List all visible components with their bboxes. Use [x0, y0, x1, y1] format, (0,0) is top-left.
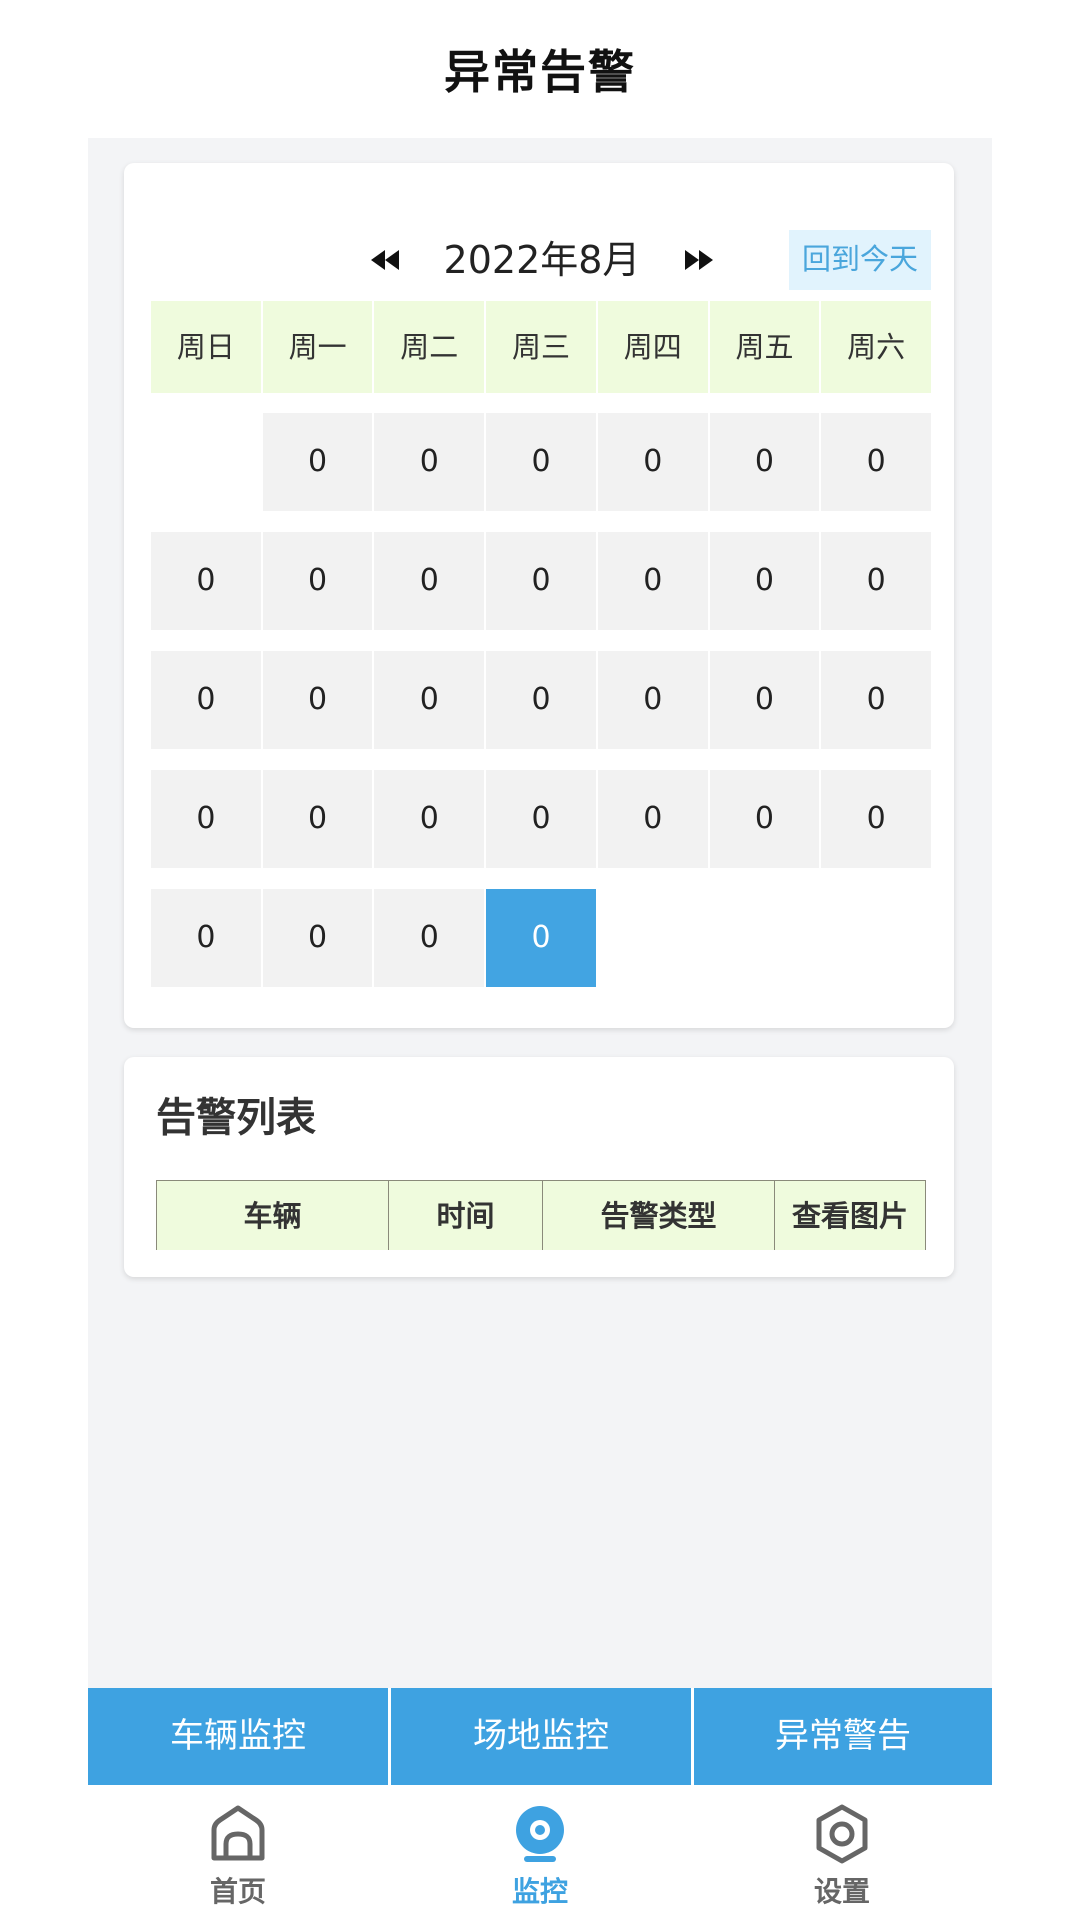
day-cell[interactable]: 0 — [821, 651, 932, 749]
day-cell[interactable]: 0 — [821, 770, 932, 868]
page-title: 异常告警 — [444, 45, 636, 99]
weekday-wed: 周三 — [486, 301, 596, 393]
previous-month-button[interactable] — [362, 237, 408, 283]
week-row-5: 0 0 0 0 — [151, 889, 931, 987]
day-cell[interactable]: 0 — [821, 532, 932, 630]
nav-label-monitor: 监控 — [511, 1875, 568, 1908]
column-header-alert-type: 告警类型 — [543, 1181, 775, 1250]
day-cell[interactable]: 0 — [374, 413, 485, 511]
day-cell[interactable]: 0 — [486, 651, 596, 749]
day-cell[interactable]: 0 — [597, 532, 708, 630]
day-cell[interactable]: 0 — [709, 413, 820, 511]
day-cell-empty — [598, 889, 708, 987]
day-cell[interactable]: 0 — [262, 770, 373, 868]
day-cell[interactable]: 0 — [374, 770, 485, 868]
double-chevron-right-icon — [685, 250, 713, 270]
day-cell[interactable]: 0 — [486, 413, 596, 511]
week-row-3: 0 0 0 0 0 0 0 — [151, 651, 932, 749]
double-chevron-left-icon — [371, 250, 399, 270]
day-cell[interactable]: 0 — [262, 532, 373, 630]
weekday-thu: 周四 — [597, 301, 708, 393]
tab-site-monitor[interactable]: 场地监控 — [391, 1688, 691, 1785]
day-cell[interactable]: 0 — [374, 889, 485, 987]
day-cell[interactable]: 0 — [709, 532, 820, 630]
home-icon — [211, 1805, 265, 1861]
settings-icon — [816, 1804, 868, 1864]
day-cell[interactable]: 0 — [262, 413, 373, 511]
alert-list-card: 告警列表 车辆 时间 告警类型 查看图片 — [124, 1057, 954, 1277]
column-header-view-image: 查看图片 — [775, 1181, 925, 1250]
day-cell[interactable]: 0 — [821, 413, 932, 511]
day-cell[interactable]: 0 — [262, 651, 373, 749]
month-navigation: 2022年8月 回到今天 — [124, 225, 954, 295]
bottom-navigation: 首页 监控 设置 — [0, 1790, 1080, 1920]
alert-list-title: 告警列表 — [156, 1095, 316, 1141]
page-header: 异常告警 — [0, 0, 1080, 138]
day-cell[interactable]: 0 — [597, 651, 708, 749]
week-row-1: 0 0 0 0 0 0 — [151, 413, 932, 511]
day-cell[interactable]: 0 — [709, 770, 820, 868]
column-header-vehicle: 车辆 — [157, 1181, 389, 1250]
tab-abnormal-warning[interactable]: 异常警告 — [694, 1688, 992, 1785]
week-row-4: 0 0 0 0 0 0 0 — [151, 770, 932, 868]
week-row-2: 0 0 0 0 0 0 0 — [151, 532, 932, 630]
day-cell[interactable]: 0 — [262, 889, 373, 987]
day-cell[interactable]: 0 — [709, 651, 820, 749]
weekday-fri: 周五 — [709, 301, 820, 393]
nav-item-settings[interactable]: 设置 — [762, 1790, 922, 1920]
weekday-sun: 周日 — [151, 301, 261, 393]
day-cell[interactable]: 0 — [151, 889, 261, 987]
nav-item-home[interactable]: 首页 — [158, 1790, 318, 1920]
day-cell[interactable]: 0 — [374, 651, 485, 749]
weekday-sat: 周六 — [821, 301, 932, 393]
calendar-day-grid: 0 0 0 0 0 0 0 0 0 0 0 0 0 0 0 0 0 0 0 0 … — [151, 413, 932, 1008]
calendar-card: 2022年8月 回到今天 周日 周一 周二 周三 周四 周五 周六 0 0 0 … — [124, 163, 954, 1028]
day-cell[interactable]: 0 — [151, 532, 261, 630]
next-month-button[interactable] — [676, 237, 722, 283]
column-header-time: 时间 — [389, 1181, 543, 1250]
day-cell-empty — [821, 889, 931, 987]
day-cell-empty — [710, 889, 820, 987]
day-cell[interactable]: 0 — [374, 532, 485, 630]
day-cell-today[interactable]: 0 — [486, 889, 596, 987]
content-area: 2022年8月 回到今天 周日 周一 周二 周三 周四 周五 周六 0 0 0 … — [88, 138, 992, 1688]
tab-vehicle-monitor[interactable]: 车辆监控 — [88, 1688, 388, 1785]
back-to-today-button[interactable]: 回到今天 — [789, 230, 931, 290]
alert-table-header: 车辆 时间 告警类型 查看图片 — [156, 1180, 926, 1250]
nav-item-monitor[interactable]: 监控 — [460, 1790, 620, 1920]
weekday-header-row: 周日 周一 周二 周三 周四 周五 周六 — [151, 301, 932, 393]
monitor-tab-bar: 车辆监控 场地监控 异常警告 — [88, 1688, 992, 1785]
day-cell[interactable]: 0 — [597, 413, 708, 511]
weekday-mon: 周一 — [262, 301, 373, 393]
day-cell[interactable]: 0 — [597, 770, 708, 868]
weekday-tue: 周二 — [374, 301, 485, 393]
day-cell[interactable]: 0 — [151, 651, 261, 749]
nav-label-home: 首页 — [209, 1875, 266, 1908]
day-cell[interactable]: 0 — [486, 532, 596, 630]
day-cell-empty — [151, 413, 261, 511]
camera-icon — [516, 1806, 564, 1862]
day-cell[interactable]: 0 — [151, 770, 261, 868]
day-cell[interactable]: 0 — [486, 770, 596, 868]
month-label: 2022年8月 — [443, 238, 641, 282]
nav-label-settings: 设置 — [813, 1875, 870, 1908]
